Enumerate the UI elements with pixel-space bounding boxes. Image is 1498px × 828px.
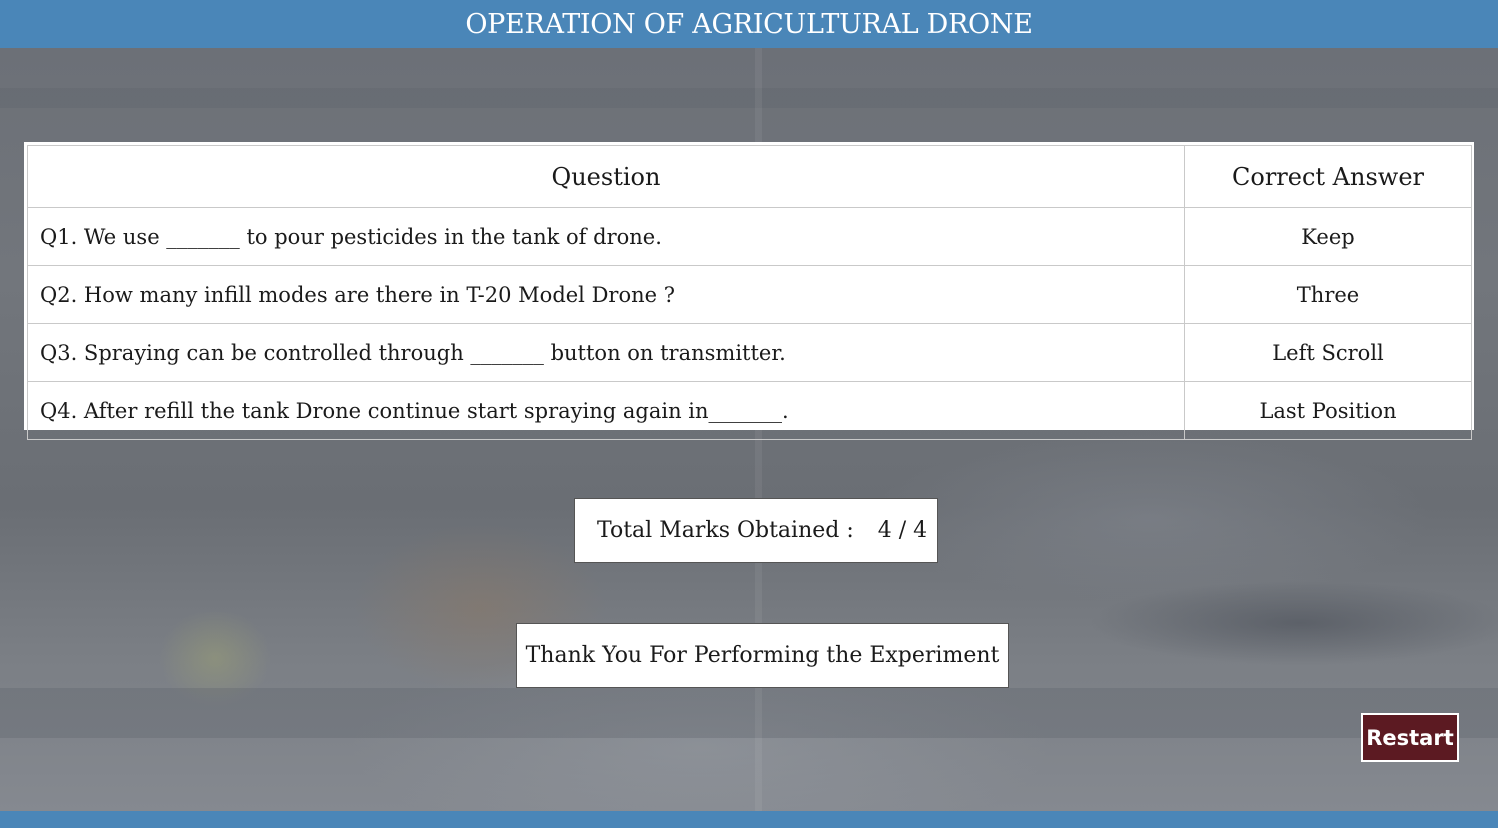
table-row: Q4. After refill the tank Drone continue…	[27, 381, 1472, 440]
answer-cell: Left Scroll	[1184, 323, 1472, 382]
question-cell: Q2. How many infill modes are there in T…	[27, 265, 1185, 324]
answer-cell: Keep	[1184, 207, 1472, 266]
thank-you-message: Thank You For Performing the Experiment	[516, 623, 1009, 688]
header-bar: OPERATION OF AGRICULTURAL DRONE	[0, 0, 1498, 48]
answer-cell: Last Position	[1184, 381, 1472, 440]
column-header-correct-answer: Correct Answer	[1184, 145, 1472, 208]
table-row: Q1. We use _______ to pour pesticides in…	[27, 207, 1472, 266]
answer-cell: Three	[1184, 265, 1472, 324]
table-row: Q3. Spraying can be controlled through _…	[27, 323, 1472, 382]
column-header-question: Question	[27, 145, 1185, 208]
page-title: OPERATION OF AGRICULTURAL DRONE	[465, 8, 1033, 40]
total-marks-label: Total Marks Obtained :	[597, 518, 854, 543]
results-table-container: Question Correct Answer Q1. We use _____…	[24, 142, 1474, 440]
footer-bar	[0, 811, 1498, 828]
total-marks-score: 4 / 4	[877, 518, 928, 543]
question-cell: Q4. After refill the tank Drone continue…	[27, 381, 1185, 440]
table-header-row: Question Correct Answer	[27, 145, 1472, 208]
total-marks-box: Total Marks Obtained : 4 / 4	[574, 498, 938, 563]
question-cell: Q3. Spraying can be controlled through _…	[27, 323, 1185, 382]
table-row: Q2. How many infill modes are there in T…	[27, 265, 1472, 324]
results-table: Question Correct Answer Q1. We use _____…	[27, 145, 1472, 440]
question-cell: Q1. We use _______ to pour pesticides in…	[27, 207, 1185, 266]
restart-button[interactable]: Restart	[1361, 713, 1459, 762]
